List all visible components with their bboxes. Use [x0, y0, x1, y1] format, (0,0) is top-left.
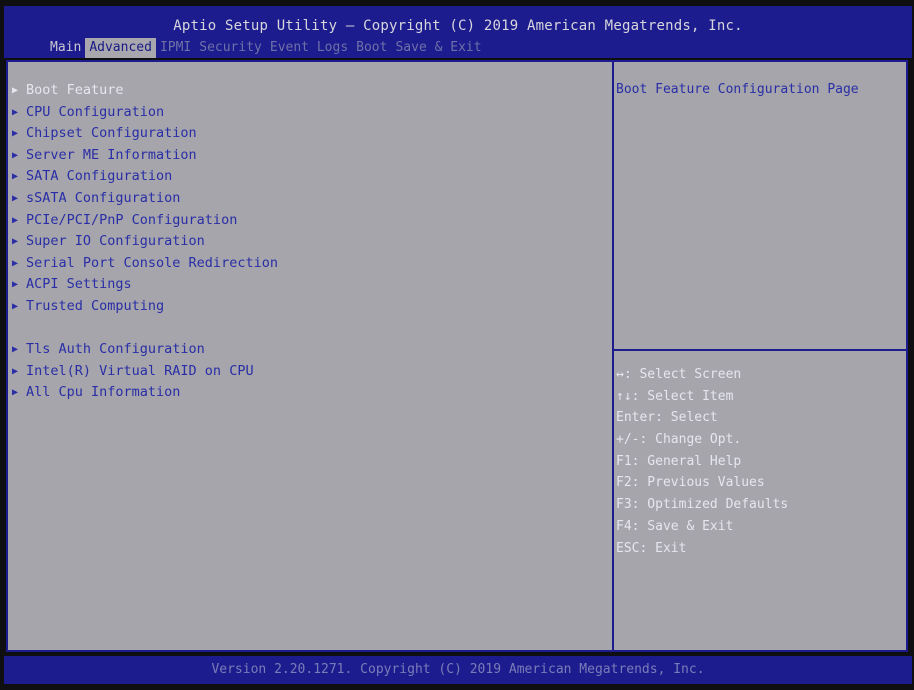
- menu-item-label: CPU Configuration: [26, 103, 165, 120]
- right-triangle-icon: ▶: [12, 128, 19, 140]
- menu-item-label: Trusted Computing: [26, 297, 165, 314]
- help-description: Boot Feature Configuration Page: [616, 82, 859, 97]
- menu-item-label: Chipset Configuration: [26, 125, 197, 142]
- menu-item-label: ACPI Settings: [26, 276, 132, 293]
- menu-list: ▶ Boot Feature ▶ CPU Configuration ▶ Chi…: [12, 80, 278, 404]
- vertical-divider: [612, 62, 614, 650]
- key-hint-save-exit: F4: Save & Exit: [616, 518, 734, 534]
- menu-item-label: Boot Feature: [26, 82, 124, 98]
- key-hint-esc-exit: ESC: Exit: [616, 540, 687, 556]
- tab-advanced[interactable]: Advanced: [85, 38, 156, 58]
- menu-item-cpu-configuration[interactable]: ▶ CPU Configuration: [12, 102, 278, 124]
- version-footer: Version 2.20.1271. Copyright (C) 2019 Am…: [4, 656, 912, 684]
- right-triangle-icon: ▶: [12, 149, 19, 161]
- tab-save-exit[interactable]: Save & Exit: [391, 38, 485, 58]
- menu-item-tls-auth-configuration[interactable]: ▶ Tls Auth Configuration: [12, 339, 278, 361]
- menu-item-label: All Cpu Information: [26, 384, 181, 401]
- right-triangle-icon: ▶: [12, 171, 19, 183]
- menu-item-pcie-pci-pnp-configuration[interactable]: ▶ PCIe/PCI/PnP Configuration: [12, 210, 278, 232]
- menu-item-super-io-configuration[interactable]: ▶ Super IO Configuration: [12, 231, 278, 253]
- menu-item-chipset-configuration[interactable]: ▶ Chipset Configuration: [12, 123, 278, 145]
- menu-item-label: sSATA Configuration: [26, 189, 181, 206]
- menu-item-label: Super IO Configuration: [26, 233, 205, 250]
- right-triangle-icon: ▶: [12, 387, 19, 399]
- menu-item-label: PCIe/PCI/PnP Configuration: [26, 211, 238, 228]
- key-hint-select-item: ↑↓: Select Item: [616, 388, 734, 404]
- menu-item-intel-virtual-raid-on-cpu[interactable]: ▶ Intel(R) Virtual RAID on CPU: [12, 361, 278, 383]
- right-triangle-icon: ▶: [12, 344, 19, 356]
- tab-boot[interactable]: Boot: [352, 38, 391, 58]
- menu-item-label: Tls Auth Configuration: [26, 341, 205, 358]
- header-bar: Aptio Setup Utility – Copyright (C) 2019…: [4, 6, 912, 58]
- right-triangle-icon: ▶: [12, 279, 19, 291]
- menu-item-serial-port-console-redirection[interactable]: ▶ Serial Port Console Redirection: [12, 253, 278, 275]
- tab-event-logs[interactable]: Event Logs: [266, 38, 352, 58]
- menu-item-boot-feature[interactable]: ▶ Boot Feature: [12, 80, 278, 102]
- menu-spacer: [12, 318, 278, 340]
- key-hint-change-opt: +/-: Change Opt.: [616, 432, 742, 448]
- key-hint-optimized-defaults: F3: Optimized Defaults: [616, 497, 789, 513]
- menu-item-label: SATA Configuration: [26, 168, 173, 185]
- tab-ipmi[interactable]: IPMI: [156, 38, 195, 58]
- horizontal-divider: [614, 349, 906, 351]
- menu-item-sata-configuration[interactable]: ▶ SATA Configuration: [12, 166, 278, 188]
- tab-security[interactable]: Security: [195, 38, 266, 58]
- menu-item-label: Server ME Information: [26, 146, 197, 163]
- tab-main[interactable]: Main: [46, 38, 85, 58]
- main-panel: ▶ Boot Feature ▶ CPU Configuration ▶ Chi…: [6, 60, 908, 652]
- menu-item-ssata-configuration[interactable]: ▶ sSATA Configuration: [12, 188, 278, 210]
- menu-item-label: Intel(R) Virtual RAID on CPU: [26, 362, 254, 379]
- menu-item-all-cpu-information[interactable]: ▶ All Cpu Information: [12, 382, 278, 404]
- bios-screen: Aptio Setup Utility – Copyright (C) 2019…: [0, 0, 914, 690]
- menu-item-trusted-computing[interactable]: ▶ Trusted Computing: [12, 296, 278, 318]
- menu-item-label: Serial Port Console Redirection: [26, 254, 278, 271]
- key-hint-general-help: F1: General Help: [616, 453, 742, 469]
- right-triangle-icon: ▶: [12, 106, 19, 118]
- menu-item-server-me-information[interactable]: ▶ Server ME Information: [12, 145, 278, 167]
- setup-title: Aptio Setup Utility – Copyright (C) 2019…: [173, 18, 743, 34]
- right-triangle-icon: ▶: [12, 236, 19, 248]
- tab-bar: Main Advanced IPMI Security Event Logs B…: [46, 38, 486, 58]
- right-triangle-icon: ▶: [12, 257, 19, 269]
- key-hint-enter-select: Enter: Select: [616, 410, 718, 426]
- right-triangle-icon: ▶: [12, 192, 19, 204]
- key-legend: ↔: Select Screen ↑↓: Select Item Enter: …: [616, 364, 788, 559]
- menu-item-acpi-settings[interactable]: ▶ ACPI Settings: [12, 274, 278, 296]
- right-triangle-icon: ▶: [12, 214, 19, 226]
- key-hint-select-screen: ↔: Select Screen: [616, 367, 742, 382]
- right-triangle-icon: ▶: [12, 300, 19, 312]
- right-triangle-icon: ▶: [12, 85, 19, 96]
- key-hint-previous-values: F2: Previous Values: [616, 475, 765, 491]
- right-triangle-icon: ▶: [12, 365, 19, 377]
